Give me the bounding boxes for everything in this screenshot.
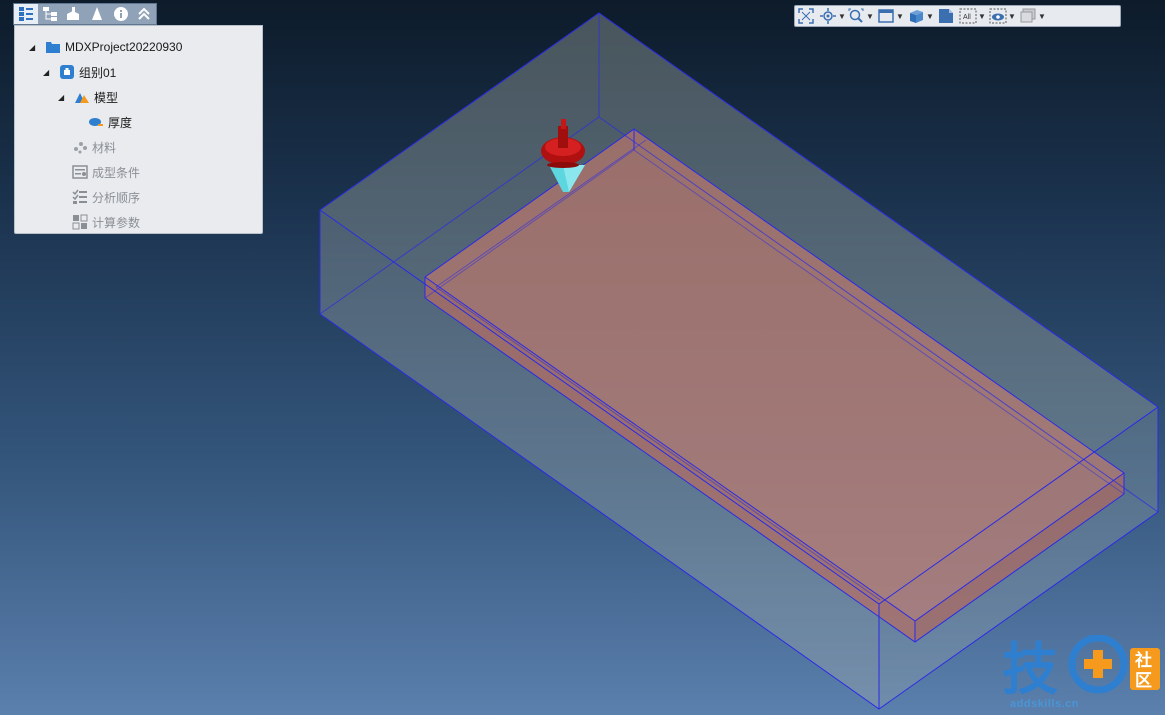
logo-badge-char: 区 [1135, 671, 1152, 691]
group-icon [59, 64, 75, 80]
chevron-down-icon[interactable]: ▼ [1037, 12, 1047, 21]
tree-item-group[interactable]: ◢ 组别01 [43, 62, 116, 82]
info-icon[interactable] [109, 4, 133, 24]
cube-view-button[interactable]: ▼ [907, 7, 935, 25]
material-icon [72, 139, 88, 155]
window-view-icon [877, 7, 895, 25]
layers-icon [1019, 7, 1037, 25]
tree-item-label: 模型 [94, 90, 119, 105]
tree-item-calc-params[interactable]: 计算参数 [72, 212, 140, 232]
page-icon [937, 7, 955, 25]
chevron-down-icon[interactable]: ▼ [1007, 12, 1017, 21]
select-all-icon: All [959, 7, 977, 25]
tree-item-label: 分析顺序 [92, 190, 141, 205]
analysis-sequence-icon [72, 189, 88, 205]
visibility-button[interactable]: ▼ [989, 7, 1017, 25]
layers-button[interactable]: ▼ [1019, 7, 1047, 25]
logo-badge-char: 社 [1134, 650, 1152, 671]
collapse-up-icon[interactable] [132, 4, 156, 24]
hierarchy-icon[interactable] [38, 4, 62, 24]
fit-view-icon [797, 7, 815, 25]
watermark-text: addskills.cn [1010, 698, 1079, 710]
tree-item-project[interactable]: ◢ MDXProject20220930 [29, 37, 182, 57]
window-view-button[interactable]: ▼ [877, 7, 905, 25]
tree-item-molding-conditions[interactable]: 成型条件 [72, 162, 140, 182]
model-icon [74, 89, 90, 105]
expand-triangle-icon[interactable]: ◢ [29, 43, 39, 52]
tree-panel-tabs [13, 3, 157, 25]
chevron-down-icon[interactable]: ▼ [925, 12, 935, 21]
rotate-center-icon [819, 7, 837, 25]
chevron-down-icon[interactable]: ▼ [895, 12, 905, 21]
tree-item-label: 材料 [92, 140, 117, 155]
chevron-down-icon[interactable]: ▼ [977, 12, 987, 21]
tree-item-label: 计算参数 [92, 215, 141, 230]
eye-visibility-icon [989, 7, 1007, 25]
watermark-logo: 技 社 区 addskills.cn [1000, 634, 1165, 715]
cone-icon[interactable] [85, 4, 109, 24]
tree-item-material[interactable]: 材料 [72, 137, 116, 157]
model-tree-panel: ◢ MDXProject20220930 ◢ 组别01 ◢ 模型 厚度 材料 成… [14, 25, 263, 234]
molding-conditions-icon [72, 164, 88, 180]
mold-icon[interactable] [61, 4, 85, 24]
zoom-button[interactable]: ▼ [847, 7, 875, 25]
tree-item-label: 厚度 [108, 115, 133, 130]
tree-item-model[interactable]: ◢ 模型 [58, 87, 118, 107]
chevron-down-icon[interactable]: ▼ [837, 12, 847, 21]
expand-triangle-icon[interactable]: ◢ [43, 68, 53, 77]
thickness-icon [88, 114, 104, 130]
folder-icon [45, 39, 61, 55]
zoom-icon [847, 7, 865, 25]
tree-item-label: MDXProject20220930 [65, 40, 183, 54]
rotate-center-button[interactable]: ▼ [819, 7, 847, 25]
tree-item-label: 组别01 [79, 65, 117, 80]
tree-item-thickness[interactable]: 厚度 [88, 112, 132, 132]
logo-char: 技 [1002, 638, 1058, 700]
cube-view-icon [907, 7, 925, 25]
page-button[interactable] [937, 7, 955, 25]
fit-view-button[interactable] [797, 7, 815, 25]
chevron-down-icon[interactable]: ▼ [865, 12, 875, 21]
select-all-label: All [963, 14, 971, 21]
tree-view-icon[interactable] [14, 4, 38, 24]
select-all-button[interactable]: All ▼ [959, 7, 987, 25]
expand-triangle-icon[interactable]: ◢ [58, 93, 68, 102]
calc-params-icon [72, 214, 88, 230]
tree-item-analysis-sequence[interactable]: 分析顺序 [72, 187, 140, 207]
tree-item-label: 成型条件 [92, 165, 141, 180]
addskills-logo-icon: 技 社 区 [1002, 634, 1160, 703]
view-toolbar: ▼ ▼ ▼ ▼ All ▼ ▼ ▼ [794, 5, 1121, 27]
